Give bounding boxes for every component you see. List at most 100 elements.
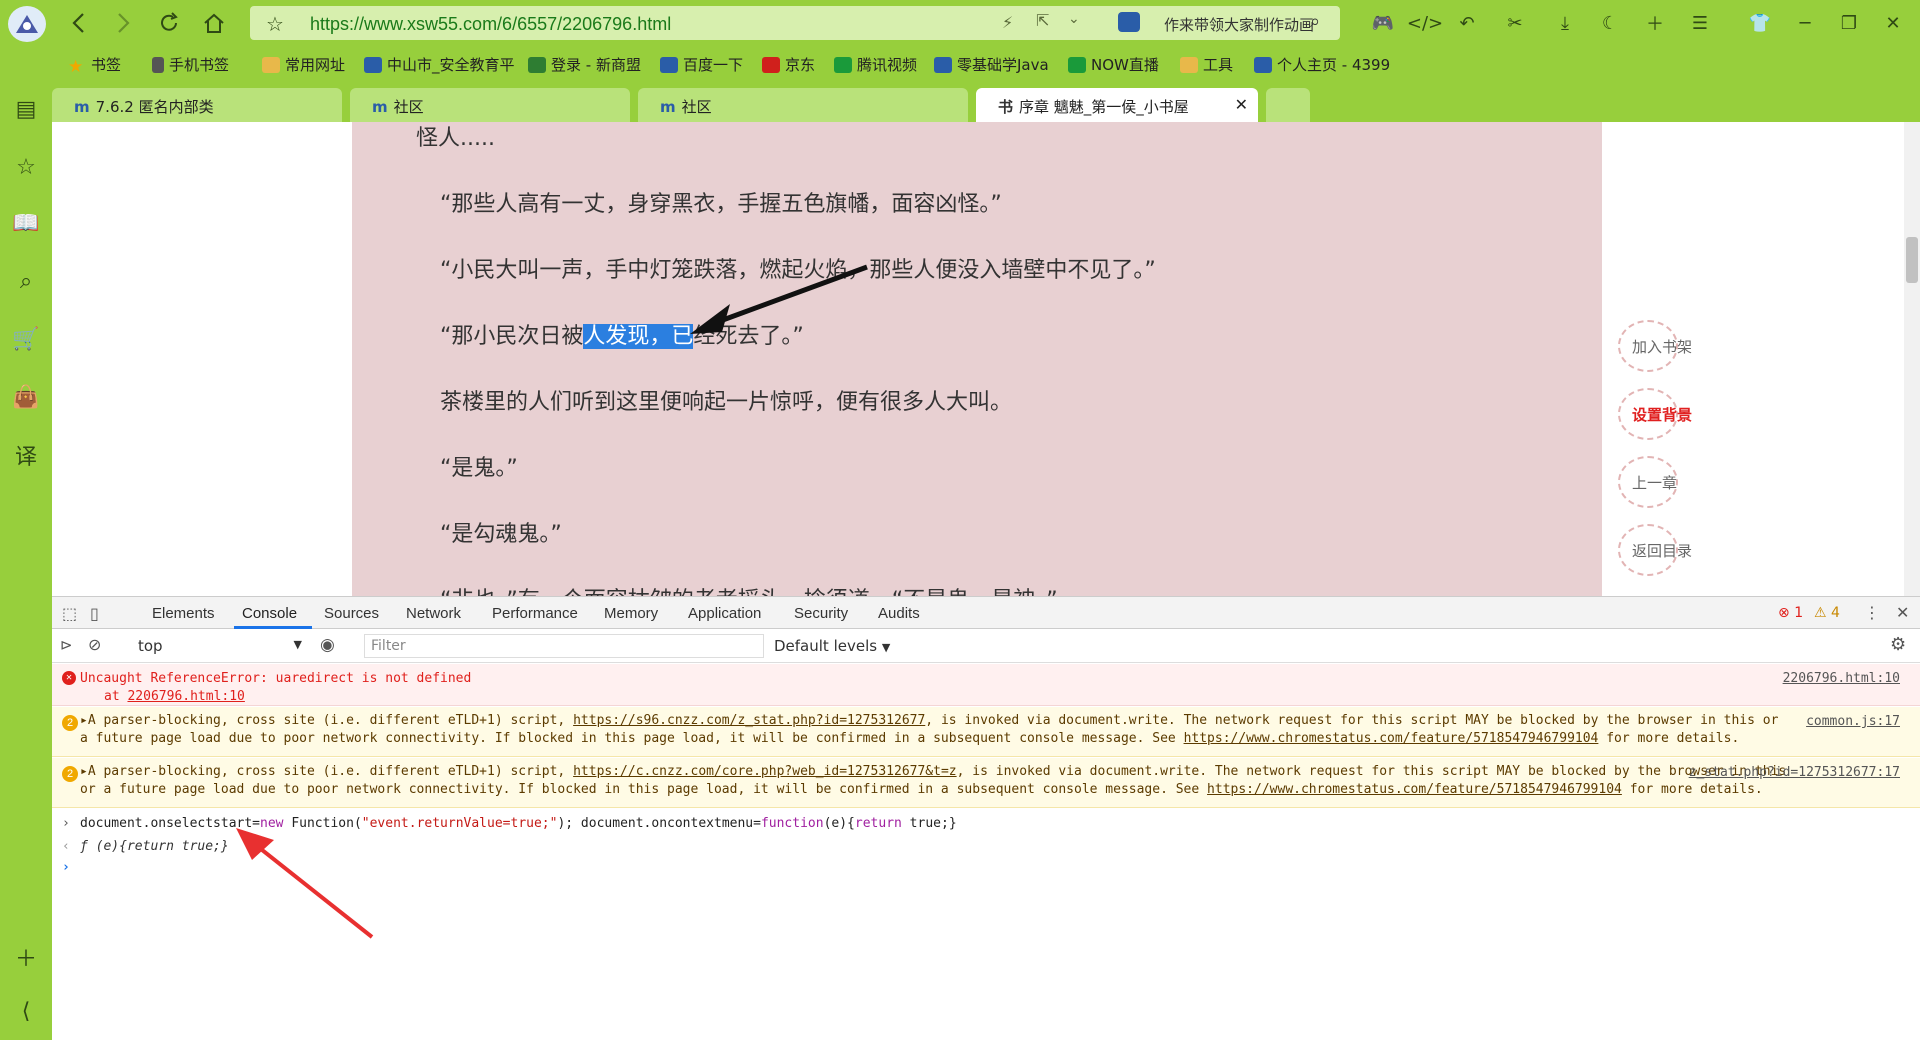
back-to-toc-button[interactable]: 返回目录: [1618, 524, 1692, 576]
settings-gear-icon[interactable]: ⚙: [1890, 634, 1906, 655]
left-sidebar: ▤ ☆ 📖 ⌕ 🛒 👜 译 ＋ ⟨: [0, 46, 52, 1040]
bookmark-item[interactable]: 登录 - 新商盟: [528, 54, 641, 75]
eye-icon[interactable]: ◉: [320, 635, 335, 655]
cart-icon[interactable]: 🛒: [11, 324, 41, 354]
entered-command[interactable]: document.onselectstart=new Function("eve…: [80, 816, 957, 831]
console-error-message[interactable]: ✕ Uncaught ReferenceError: uaredirect is…: [52, 664, 1920, 706]
tab-console[interactable]: Console: [242, 605, 297, 622]
paragraph: 茶楼里的人们听到这里便响起一片惊呼，便有很多人大叫。: [440, 390, 1013, 415]
bookmark-item[interactable]: NOW直播: [1068, 54, 1159, 75]
collapse-sidebar-icon[interactable]: ⟨: [11, 996, 41, 1026]
selected-text[interactable]: 人发现，已: [583, 324, 694, 349]
favorites-icon[interactable]: ☆: [11, 152, 41, 182]
bookmark-item[interactable]: 工具: [1180, 54, 1233, 75]
clear-console-icon[interactable]: ⊘: [88, 635, 101, 654]
close-window-icon[interactable]: ✕: [1878, 8, 1908, 38]
chromestatus-link[interactable]: https://www.chromestatus.com/feature/571…: [1207, 782, 1622, 797]
search-icon[interactable]: ⌕: [11, 266, 41, 296]
tab-item[interactable]: m 社区: [350, 88, 630, 122]
translate-icon[interactable]: 译: [11, 440, 41, 470]
chromestatus-link[interactable]: https://www.chromestatus.com/feature/571…: [1184, 731, 1599, 746]
chevron-down-icon[interactable]: ⌄: [1068, 11, 1080, 27]
bookmark-item[interactable]: 中山市_安全教育平: [364, 54, 515, 75]
error-count-badge[interactable]: ⊗ 1: [1778, 605, 1803, 621]
console-warning-message[interactable]: 2 ▸A parser-blocking, cross site (i.e. d…: [52, 707, 1920, 757]
menu-icon[interactable]: ☰: [1685, 8, 1715, 38]
browser-logo-icon[interactable]: [8, 6, 46, 42]
bookmark-item[interactable]: 个人主页 - 4399: [1254, 54, 1390, 75]
tab-network[interactable]: Network: [406, 605, 461, 622]
warning-count-badge[interactable]: ⚠ 4: [1814, 605, 1840, 621]
undo-icon[interactable]: ↶: [1452, 8, 1482, 38]
bookmark-item[interactable]: 京东: [762, 54, 815, 75]
tab-sources[interactable]: Sources: [324, 605, 379, 622]
search-icon[interactable]: ⌕: [1310, 11, 1320, 32]
tab-elements[interactable]: Elements: [152, 605, 215, 622]
new-tab-button[interactable]: [1266, 88, 1310, 122]
forward-icon[interactable]: [108, 8, 138, 38]
close-tab-icon[interactable]: ✕: [1235, 95, 1248, 114]
back-icon[interactable]: [64, 8, 94, 38]
bookmark-item[interactable]: ★ 书签: [68, 54, 121, 77]
bookmark-item[interactable]: 手机书签: [152, 54, 229, 75]
add-icon[interactable]: ＋: [11, 942, 41, 972]
console-filter-input[interactable]: Filter: [364, 634, 764, 658]
error-source-link[interactable]: 2206796.html:10: [1783, 670, 1900, 688]
console-warning-message[interactable]: 2 ▸A parser-blocking, cross site (i.e. d…: [52, 758, 1920, 808]
shirt-icon[interactable]: 👕: [1745, 8, 1775, 38]
lightning-icon[interactable]: ⚡: [1002, 13, 1013, 32]
scissors-icon[interactable]: ✂: [1500, 8, 1530, 38]
error-stack-link[interactable]: 2206796.html:10: [127, 689, 244, 704]
bookmark-item[interactable]: 零基础学Java: [934, 54, 1049, 75]
tab-item[interactable]: m 社区: [638, 88, 968, 122]
star-icon[interactable]: ☆: [266, 12, 284, 36]
scrollbar-thumb[interactable]: [1906, 237, 1918, 283]
tab-favicon: 书: [998, 98, 1014, 116]
bag-icon[interactable]: 👜: [11, 382, 41, 412]
game-icon[interactable]: 🎮: [1368, 8, 1398, 38]
maximize-icon[interactable]: ❐: [1834, 8, 1864, 38]
command-result[interactable]: ƒ (e){return true;}: [80, 839, 229, 854]
warning-source-link[interactable]: z_stat.php?id=1275312677:17: [1689, 764, 1900, 782]
tab-item-active[interactable]: 书序章 魑魅_第一侯_小书屋 ✕: [976, 88, 1258, 122]
tab-item[interactable]: m 7.6.2 匿名内部类: [52, 88, 342, 122]
more-options-icon[interactable]: ⋮: [1864, 603, 1880, 622]
script-link[interactable]: https://s96.cnzz.com/z_stat.php?id=12753…: [573, 713, 925, 728]
book-icon[interactable]: 📖: [11, 208, 41, 238]
search-engine-icon[interactable]: [1118, 12, 1140, 32]
inspect-element-icon[interactable]: ⬚: [62, 604, 77, 623]
download-icon[interactable]: ⤓: [1550, 8, 1580, 38]
tab-performance[interactable]: Performance: [492, 605, 578, 622]
add-to-shelf-button[interactable]: 加入书架: [1618, 320, 1692, 372]
code-icon[interactable]: </>: [1407, 8, 1443, 38]
context-select[interactable]: top ▼: [132, 634, 308, 658]
red-arrow-annotation: [236, 828, 374, 939]
set-background-button[interactable]: 设置背景: [1618, 388, 1692, 440]
sidebar-toggle-icon[interactable]: ⊳: [60, 636, 73, 654]
previous-chapter-button[interactable]: 上一章: [1618, 456, 1678, 508]
bookmark-item[interactable]: 常用网址: [262, 54, 345, 75]
address-bar[interactable]: ☆ https://www.xsw55.com/6/6557/2206796.h…: [250, 6, 1340, 40]
new-tab-plus-icon[interactable]: ＋: [1640, 8, 1670, 38]
night-mode-icon[interactable]: ☾: [1595, 8, 1625, 38]
share-icon[interactable]: ⇱: [1036, 11, 1049, 30]
news-icon[interactable]: ▤: [11, 94, 41, 124]
bookmark-item[interactable]: 腾讯视频: [834, 54, 917, 75]
home-icon[interactable]: [199, 8, 229, 38]
reload-icon[interactable]: [154, 8, 184, 38]
tab-application[interactable]: Application: [688, 605, 761, 622]
device-toolbar-icon[interactable]: ▯: [90, 604, 99, 623]
close-devtools-icon[interactable]: ✕: [1896, 603, 1909, 622]
log-levels-select[interactable]: Default levels ▼: [774, 637, 890, 655]
site-icon: [934, 56, 952, 73]
tab-memory[interactable]: Memory: [604, 605, 658, 622]
page-scrollbar[interactable]: [1904, 122, 1920, 596]
tab-favicon: m: [74, 98, 90, 116]
script-link[interactable]: https://c.cnzz.com/core.php?web_id=12753…: [573, 764, 957, 779]
warning-source-link[interactable]: common.js:17: [1806, 713, 1900, 731]
tab-security[interactable]: Security: [794, 605, 848, 622]
url-text[interactable]: https://www.xsw55.com/6/6557/2206796.htm…: [310, 14, 671, 35]
tab-audits[interactable]: Audits: [878, 605, 920, 622]
bookmark-item[interactable]: 百度一下: [660, 54, 743, 75]
minimize-icon[interactable]: ─: [1790, 8, 1820, 38]
